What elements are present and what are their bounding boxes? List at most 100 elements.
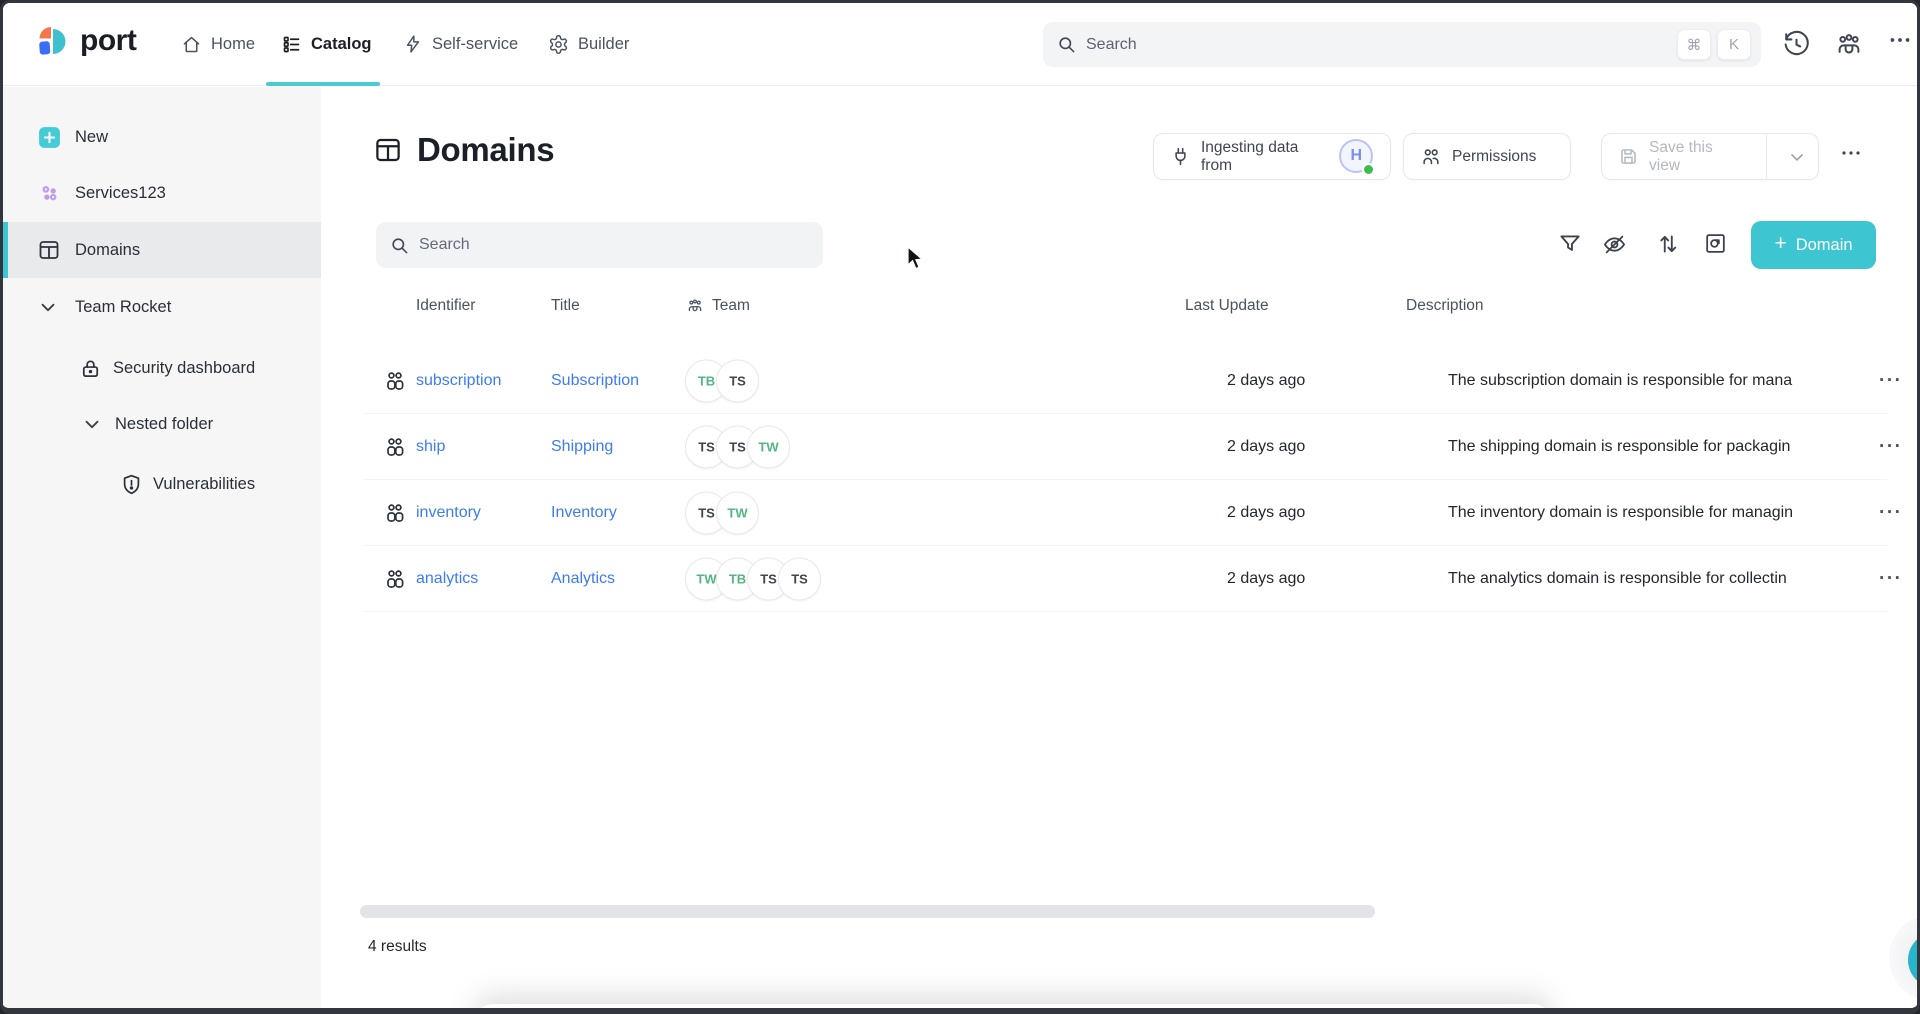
tab-builder-label: Builder bbox=[578, 35, 629, 54]
app-window: port Home Catalog Self-service Buil bbox=[0, 0, 1920, 1014]
column-header-team[interactable]: Team bbox=[686, 297, 750, 315]
row-more-options-icon[interactable]: ··· bbox=[1879, 370, 1902, 392]
column-header-description[interactable]: Description bbox=[1406, 297, 1484, 315]
sidebar-item-team-rocket[interactable]: Team Rocket bbox=[3, 280, 321, 334]
table-row[interactable]: analytics Analytics TW TB TS TS 2 days a… bbox=[363, 546, 1887, 612]
tab-self-service[interactable]: Self-service bbox=[403, 3, 518, 85]
sidebar-item-label: Team Rocket bbox=[75, 298, 171, 317]
sidebar-item-label: Services123 bbox=[75, 184, 166, 203]
cmd-keycap: ⌘ bbox=[1677, 29, 1711, 60]
sidebar-item-domains[interactable]: Domains bbox=[3, 222, 321, 278]
title-link[interactable]: Inventory bbox=[551, 504, 617, 522]
page-title: Domains bbox=[373, 131, 554, 169]
add-domain-button[interactable]: + Domain bbox=[1751, 221, 1876, 269]
save-view-split-button[interactable]: Save this view bbox=[1601, 133, 1819, 180]
column-header-title[interactable]: Title bbox=[551, 297, 580, 315]
active-tab-indicator bbox=[266, 82, 380, 86]
description-value: The analytics domain is responsible for … bbox=[1448, 570, 1860, 588]
column-label: Last Update bbox=[1185, 297, 1269, 315]
home-icon bbox=[181, 34, 202, 55]
shield-alert-icon bbox=[120, 473, 143, 496]
identifier-link[interactable]: ship bbox=[416, 438, 445, 456]
global-search-input[interactable]: Search ⌘ K bbox=[1043, 22, 1761, 67]
team-badge[interactable]: TW bbox=[747, 426, 790, 469]
permissions-label: Permissions bbox=[1452, 148, 1536, 166]
team-badge[interactable]: TS bbox=[716, 360, 759, 403]
permissions-button[interactable]: Permissions bbox=[1403, 133, 1571, 180]
title-link[interactable]: Analytics bbox=[551, 570, 615, 588]
blueprint-users-icon bbox=[383, 369, 407, 393]
row-more-options-icon[interactable]: ··· bbox=[1879, 502, 1902, 524]
save-view-label: Save this view bbox=[1649, 139, 1742, 175]
port-logo[interactable]: port bbox=[33, 22, 136, 60]
table-row[interactable]: ship Shipping TS TS TW 2 days ago The sh… bbox=[363, 414, 1887, 480]
identifier-link[interactable]: inventory bbox=[416, 504, 481, 522]
title-link[interactable]: Subscription bbox=[551, 372, 639, 390]
group-by-icon[interactable] bbox=[1703, 231, 1728, 256]
results-count: 4 results bbox=[368, 938, 427, 956]
team-badges: TS TS TW bbox=[685, 426, 790, 469]
add-domain-label: Domain bbox=[1796, 236, 1853, 255]
table-search-placeholder: Search bbox=[419, 236, 470, 254]
column-label: Team bbox=[712, 297, 750, 315]
row-more-options-icon[interactable]: ··· bbox=[1879, 436, 1902, 458]
chevron-down-icon bbox=[37, 296, 59, 318]
blueprint-users-icon bbox=[383, 435, 407, 459]
column-header-last-update[interactable]: Last Update bbox=[1185, 297, 1269, 315]
table-icon bbox=[373, 135, 403, 165]
team-badge[interactable]: TS bbox=[778, 558, 821, 601]
column-header-identifier[interactable]: Identifier bbox=[416, 297, 475, 315]
row-divider bbox=[363, 611, 1887, 612]
sort-icon[interactable] bbox=[1655, 231, 1681, 257]
save-view-chevron-button[interactable] bbox=[1777, 147, 1818, 167]
integration-avatar: H bbox=[1339, 139, 1374, 175]
row-more-options-icon[interactable]: ··· bbox=[1879, 568, 1902, 590]
sidebar-item-vulnerabilities[interactable]: Vulnerabilities bbox=[3, 457, 321, 511]
last-update-value: 2 days ago bbox=[1227, 504, 1305, 522]
ingesting-data-button[interactable]: Ingesting data from H bbox=[1153, 133, 1391, 180]
port-logo-mark bbox=[33, 22, 71, 60]
sidebar-item-services123[interactable]: Services123 bbox=[3, 166, 321, 220]
bottom-sheet-shadow bbox=[473, 1004, 1553, 1014]
last-update-value: 2 days ago bbox=[1227, 438, 1305, 456]
horizontal-scrollbar[interactable] bbox=[360, 905, 1375, 918]
title-link[interactable]: Shipping bbox=[551, 438, 613, 456]
sidebar-item-new[interactable]: New bbox=[3, 110, 321, 164]
history-icon[interactable] bbox=[1782, 30, 1811, 59]
page-more-options-icon[interactable] bbox=[1839, 141, 1863, 165]
column-label: Title bbox=[551, 297, 580, 315]
global-search-placeholder: Search bbox=[1086, 36, 1671, 54]
table-search-input[interactable]: Search bbox=[376, 222, 823, 268]
table-row[interactable]: subscription Subscription TB TS 2 days a… bbox=[363, 348, 1887, 414]
filter-icon[interactable] bbox=[1557, 231, 1583, 257]
identifier-link[interactable]: analytics bbox=[416, 570, 478, 588]
sidebar: New Services123 Domains Team Rocket Secu bbox=[3, 87, 321, 1008]
search-icon bbox=[390, 236, 409, 255]
more-options-icon[interactable] bbox=[1887, 27, 1913, 53]
brand-name: port bbox=[80, 24, 136, 58]
status-dot-green bbox=[1362, 163, 1375, 176]
sidebar-item-nested-folder[interactable]: Nested folder bbox=[3, 397, 321, 451]
sidebar-item-label: New bbox=[75, 128, 108, 147]
identifier-link[interactable]: subscription bbox=[416, 372, 501, 390]
new-plus-icon bbox=[37, 125, 62, 150]
hide-columns-icon[interactable] bbox=[1601, 231, 1628, 258]
team-crowd-icon bbox=[686, 297, 704, 315]
tab-home-label: Home bbox=[211, 35, 255, 54]
organizations-icon[interactable] bbox=[1834, 30, 1864, 60]
tab-home[interactable]: Home bbox=[181, 3, 255, 85]
gear-icon bbox=[548, 34, 569, 55]
last-update-value: 2 days ago bbox=[1227, 570, 1305, 588]
team-badge[interactable]: TW bbox=[716, 492, 759, 535]
search-icon bbox=[1057, 35, 1076, 54]
main-content: Domains Ingesting data from H Permission… bbox=[321, 87, 1917, 1008]
blueprint-users-icon bbox=[383, 567, 407, 591]
sidebar-item-security-dashboard[interactable]: Security dashboard bbox=[3, 341, 321, 395]
top-navigation-bar: port Home Catalog Self-service Buil bbox=[3, 3, 1917, 86]
tab-builder[interactable]: Builder bbox=[548, 3, 629, 85]
last-update-value: 2 days ago bbox=[1227, 372, 1305, 390]
lock-icon bbox=[79, 357, 102, 380]
table-row[interactable]: inventory Inventory TS TW 2 days ago The… bbox=[363, 480, 1887, 546]
page-title-text: Domains bbox=[417, 131, 554, 169]
tab-catalog[interactable]: Catalog bbox=[281, 3, 372, 85]
